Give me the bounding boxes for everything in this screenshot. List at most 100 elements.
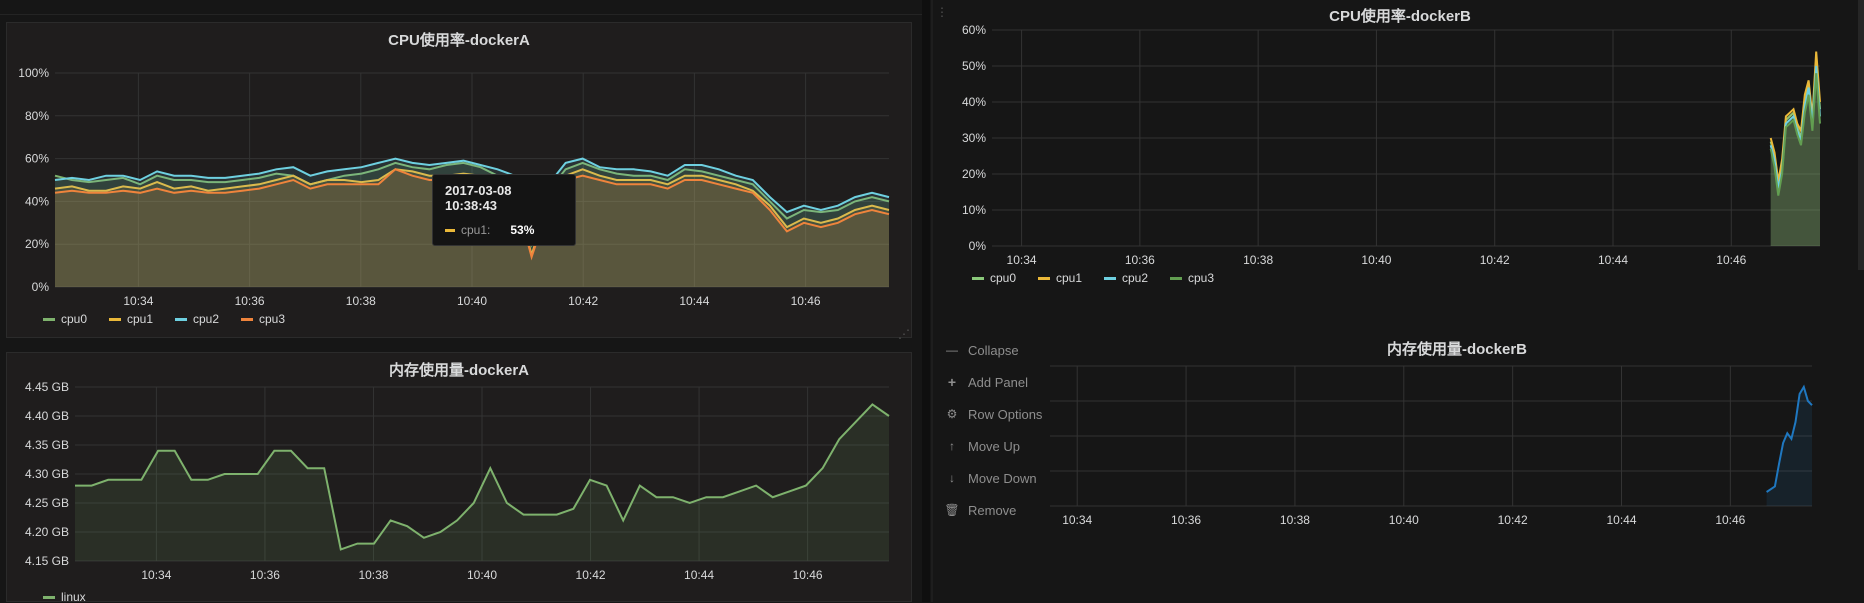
drag-handle-icon[interactable]: ⋮ (936, 6, 948, 18)
x-tick-label: 10:40 (457, 294, 487, 308)
collapse-row-button[interactable]: — Collapse (942, 334, 1052, 366)
legend-label: cpu0 (990, 271, 1016, 285)
menu-item-label: Collapse (968, 342, 1019, 358)
resize-handle-icon[interactable]: ⋰ (898, 328, 910, 340)
legend-label: cpu1 (127, 312, 153, 326)
mem-dockera-chart: 4.15 GB 4.20 GB 4.25 GB 4.30 GB 4.35 GB 4.40 … (25, 380, 890, 603)
legend-swatch (1170, 277, 1182, 280)
y-tick-label: 10% (962, 203, 986, 217)
x-tick-label: 10:42 (1498, 513, 1528, 527)
legend-swatch (43, 596, 55, 599)
tooltip-value: 53% (510, 223, 535, 237)
x-tick-label: 10:34 (141, 568, 171, 582)
y-tick-label: 4.25 GB (25, 496, 69, 510)
menu-item-label: Add Panel (968, 374, 1028, 390)
legend-swatch (241, 318, 253, 321)
x-tick-label: 10:36 (235, 294, 265, 308)
y-tick-label: 40% (25, 194, 49, 208)
scrollbar[interactable] (1858, 0, 1864, 270)
legend-label: cpu0 (61, 312, 87, 326)
x-tick-label: 10:46 (1716, 253, 1746, 267)
tooltip-series: cpu1: (461, 223, 491, 237)
legend-swatch (1104, 277, 1116, 280)
x-tick-label: 10:38 (1280, 513, 1310, 527)
tooltip-row: cpu1: 53% (445, 223, 563, 237)
x-tick-label: 10:44 (1606, 513, 1636, 527)
x-tick-label: 10:46 (791, 294, 821, 308)
tooltip-time: 2017-03-08 10:38:43 (445, 183, 512, 213)
panel-cpu-dockerb: CPU使用率-dockerB 0% 10% 20% 30% 40% 50% 60% 10:34… (936, 0, 1864, 318)
legend-swatch (175, 318, 187, 321)
x-tick-label: 10:40 (1389, 513, 1419, 527)
x-tick-label: 10:42 (576, 568, 606, 582)
y-tick-label: 60% (25, 152, 49, 166)
x-tick-label: 10:36 (1125, 253, 1155, 267)
dashboard: CPU使用率-dockerA 0% 20% 40% 60% 80% 100% 10:34 10… (0, 0, 1864, 603)
top-row-header (0, 0, 922, 15)
x-tick-label: 10:40 (1361, 253, 1391, 267)
y-tick-label: 0% (969, 239, 987, 253)
y-tick-label: 4.45 GB (25, 380, 69, 394)
x-tick-label: 10:36 (1171, 513, 1201, 527)
y-tick-label: 100% (18, 66, 49, 80)
x-tick-label: 10:34 (1007, 253, 1037, 267)
panel-mem-dockera: 内存使用量-dockerA 4.15 GB 4.20 GB 4.25 GB 4.30 … (6, 352, 912, 603)
legend-label: cpu2 (1122, 271, 1148, 285)
row-divider (922, 0, 930, 602)
x-tick-label: 10:34 (123, 294, 153, 308)
x-tick-label: 10:38 (358, 568, 388, 582)
y-tick-label: 80% (25, 109, 49, 123)
legend-label: cpu2 (193, 312, 219, 326)
arrow-down-icon: ↓ (949, 471, 955, 485)
x-tick-label: 10:44 (679, 294, 709, 308)
minus-icon: — (946, 343, 958, 357)
x-tick-label: 10:42 (1480, 253, 1510, 267)
menu-item-label: Remove (968, 502, 1017, 518)
x-tick-label: 10:38 (346, 294, 376, 308)
legend-label: linux (61, 590, 86, 603)
add-panel-button[interactable]: + Add Panel (942, 366, 1052, 398)
row-divider-line (931, 0, 933, 602)
x-tick-label: 10:38 (1243, 253, 1273, 267)
legend-swatch (109, 318, 121, 321)
gear-icon: ⚙ (946, 407, 958, 421)
y-tick-label: 40% (962, 95, 986, 109)
y-tick-label: 20% (962, 167, 986, 181)
y-tick-label: 0% (32, 280, 50, 294)
x-tick-label: 10:36 (250, 568, 280, 582)
mem-dockerb-chart: 10:34 10:36 10:38 10:40 10:42 10:44 10:46 (1050, 365, 1813, 527)
tooltip-swatch (445, 228, 455, 232)
y-tick-label: 60% (962, 23, 986, 37)
legend-label: cpu3 (1188, 271, 1214, 285)
x-tick-label: 10:44 (1598, 253, 1628, 267)
y-tick-label: 4.35 GB (25, 438, 69, 452)
x-tick-label: 10:46 (1715, 513, 1745, 527)
plus-icon: + (947, 374, 957, 390)
chart-tooltip: 2017-03-08 10:38:43 cpu1: 53% (432, 174, 576, 246)
legend-label: cpu1 (1056, 271, 1082, 285)
x-tick-label: 10:44 (684, 568, 714, 582)
legend-swatch (43, 318, 55, 321)
x-tick-label: 10:42 (568, 294, 598, 308)
trash-icon: 🗑 (944, 503, 960, 517)
y-tick-label: 4.15 GB (25, 554, 69, 568)
y-tick-label: 4.20 GB (25, 525, 69, 539)
move-up-button[interactable]: ↑ Move Up (942, 430, 1052, 462)
y-tick-label: 20% (25, 237, 49, 251)
y-tick-label: 4.30 GB (25, 467, 69, 481)
row-options-button[interactable]: ⚙ Row Options (942, 398, 1052, 430)
x-tick-label: 10:46 (793, 568, 823, 582)
move-down-button[interactable]: ↓ Move Down (942, 462, 1052, 494)
remove-row-button[interactable]: 🗑 Remove (942, 494, 1052, 526)
y-tick-label: 4.40 GB (25, 409, 69, 423)
y-tick-label: 30% (962, 131, 986, 145)
arrow-up-icon: ↑ (949, 439, 955, 453)
legend-swatch (1038, 277, 1050, 280)
legend-label: cpu3 (259, 312, 285, 326)
cpu-dockerb-chart: 0% 10% 20% 30% 40% 50% 60% 10:34 10:36 10:38 10:40… (962, 23, 1821, 285)
menu-item-label: Move Down (968, 470, 1037, 486)
panel-mem-dockerb: 内存使用量-dockerB 10:34 10:36 10:38 10:40 10:42 1… (1050, 334, 1864, 602)
legend-swatch (972, 277, 984, 280)
x-tick-label: 10:40 (467, 568, 497, 582)
row-menu: — Collapse + Add Panel ⚙ Row Options ↑ Move … (942, 334, 1052, 526)
